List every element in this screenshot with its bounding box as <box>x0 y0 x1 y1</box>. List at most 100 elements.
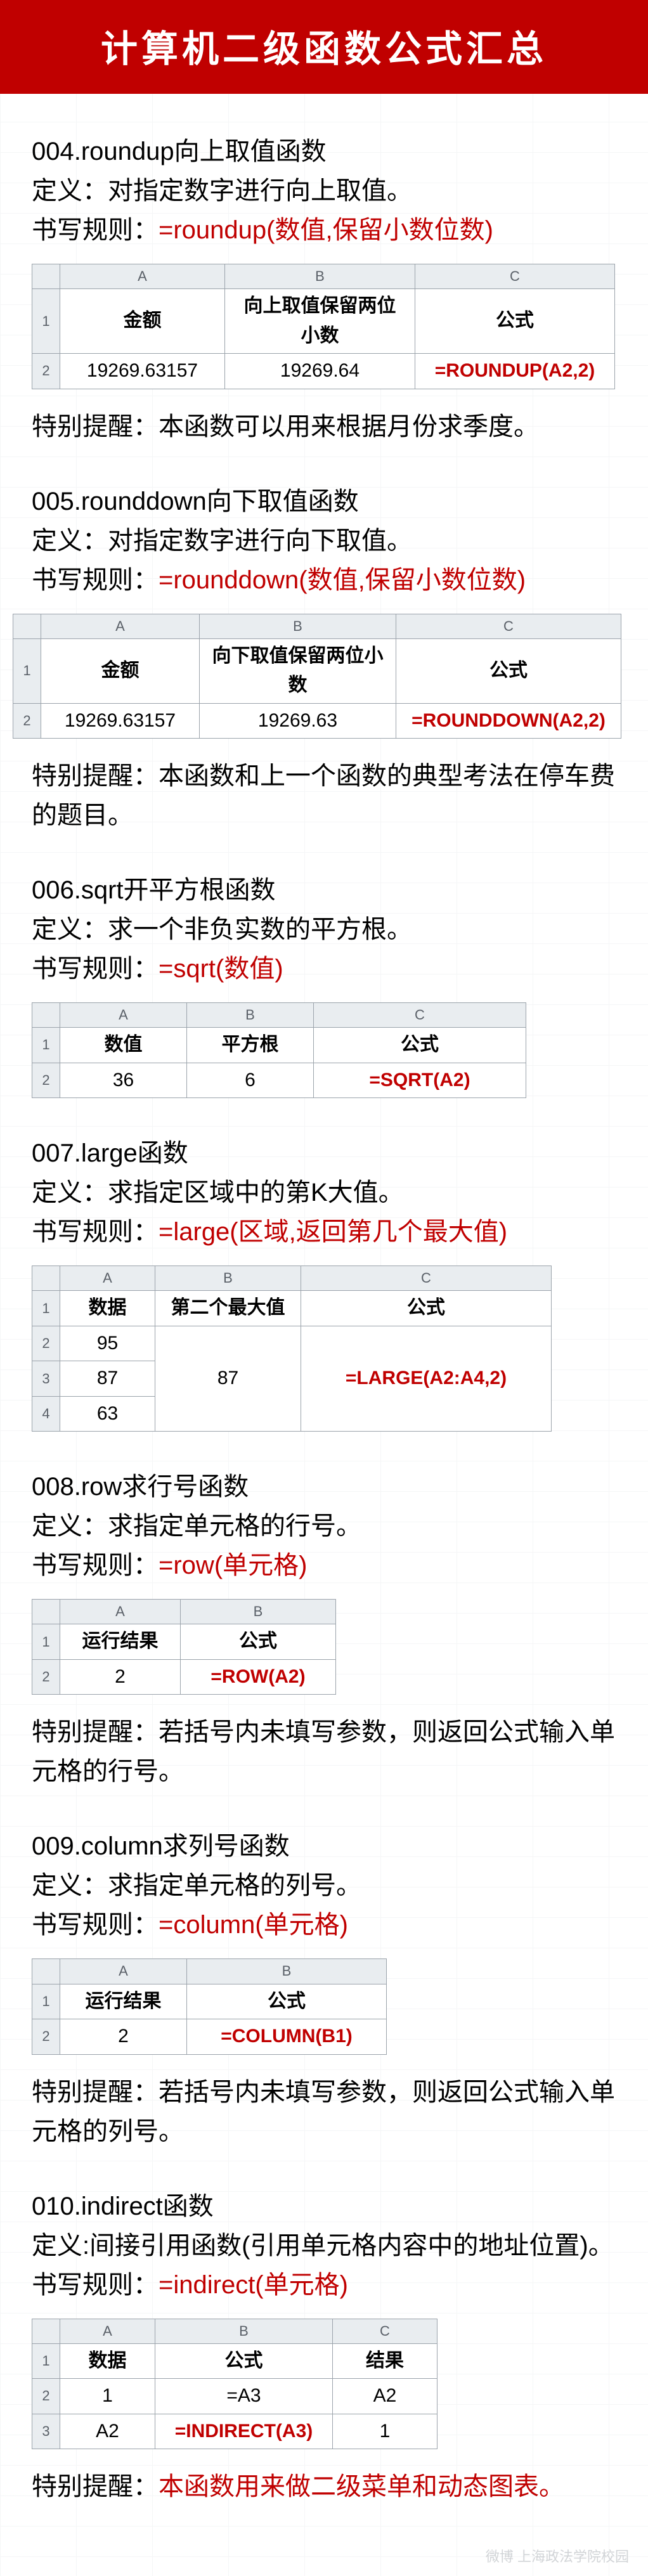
section-007-large: 007.large函数 定义：求指定区域中的第K大值。 书写规则：=large(… <box>32 1134 616 1432</box>
col-B: B <box>200 614 396 638</box>
row-num-2: 2 <box>32 2019 60 2055</box>
section-009-column: 009.column求列号函数 定义：求指定单元格的列号。 书写规则：=colu… <box>32 1827 616 2151</box>
hdr-sqrt: 平方根 <box>187 1028 314 1063</box>
col-A: A <box>60 1003 187 1028</box>
section-syntax: 书写规则：=row(单元格) <box>32 1546 616 1585</box>
example-table-row: A B 1 运行结果 公式 2 2 =ROW(A2) <box>32 1599 336 1695</box>
cell-B2: =COLUMN(B1) <box>187 2019 387 2055</box>
section-005-rounddown: 005.rounddown向下取值函数 定义：对指定数字进行向下取值。 书写规则… <box>32 482 616 836</box>
section-tip: 特别提醒：若括号内未填写参数，则返回公式输入单元格的行号。 <box>32 1712 616 1791</box>
example-table-indirect: A B C 1 数据 公式 结果 2 1 =A3 A2 3 <box>32 2319 437 2450</box>
hdr-formula: 公式 <box>396 638 621 703</box>
syntax-label: 书写规则： <box>32 1218 159 1246</box>
section-heading: 010.indirect函数 <box>32 2187 616 2226</box>
row-num-3: 3 <box>32 2414 60 2449</box>
col-C: C <box>396 614 621 638</box>
col-A: A <box>60 2319 155 2343</box>
col-A: A <box>60 264 225 289</box>
col-A: A <box>60 1959 187 1984</box>
section-tip: 特别提醒：本函数可以用来根据月份求季度。 <box>32 407 616 446</box>
section-definition: 定义：求指定区域中的第K大值。 <box>32 1173 616 1212</box>
hdr-rounddown: 向下取值保留两位小数 <box>200 638 396 703</box>
cell-B2: =A3 <box>155 2379 333 2414</box>
syntax-formula: =sqrt(数值) <box>159 955 283 983</box>
hdr-formula: 公式 <box>415 289 615 354</box>
syntax-label: 书写规则： <box>32 2271 159 2299</box>
section-heading: 007.large函数 <box>32 1134 616 1173</box>
row-num-3: 3 <box>32 1361 60 1397</box>
col-A: A <box>60 1266 155 1291</box>
col-B: B <box>181 1600 336 1624</box>
page-title: 计算机二级函数公式汇总 <box>0 0 648 94</box>
syntax-label: 书写规则： <box>32 216 159 244</box>
section-tip: 特别提醒：若括号内未填写参数，则返回公式输入单元格的列号。 <box>32 2073 616 2151</box>
section-definition: 定义：对指定数字进行向上取值。 <box>32 171 616 210</box>
row-num-1: 1 <box>32 1624 60 1660</box>
cell-B2: 19269.63 <box>200 703 396 739</box>
hdr-result: 结果 <box>333 2343 437 2379</box>
row-num-1: 1 <box>32 2343 60 2379</box>
cell-A2: 2 <box>60 2019 187 2055</box>
col-B: B <box>187 1003 314 1028</box>
cell-B2: 19269.64 <box>225 354 415 389</box>
syntax-formula: =column(单元格) <box>159 1911 348 1939</box>
section-tip: 特别提醒：本函数用来做二级菜单和动态图表。 <box>32 2467 616 2506</box>
section-syntax: 书写规则：=large(区域,返回第几个最大值) <box>32 1212 616 1252</box>
hdr-formula: 公式 <box>155 2343 333 2379</box>
hdr-data: 数据 <box>60 2343 155 2379</box>
section-definition: 定义：求一个非负实数的平方根。 <box>32 910 616 949</box>
cell-C2: =ROUNDDOWN(A2,2) <box>396 703 621 739</box>
section-008-row: 008.row求行号函数 定义：求指定单元格的行号。 书写规则：=row(单元格… <box>32 1467 616 1791</box>
section-definition: 定义:间接引用函数(引用单元格内容中的地址位置)。 <box>32 2226 616 2265</box>
cell-C-merged: =LARGE(A2:A4,2) <box>301 1326 552 1432</box>
tip-text: 本函数可以用来根据月份求季度。 <box>159 413 539 441</box>
section-definition: 定义：求指定单元格的行号。 <box>32 1506 616 1546</box>
col-C: C <box>301 1266 552 1291</box>
col-C: C <box>333 2319 437 2343</box>
hdr-formula: 公式 <box>187 1984 387 2019</box>
section-tip: 特别提醒：本函数和上一个函数的典型考法在停车费的题目。 <box>32 756 616 835</box>
row-num-1: 1 <box>32 1984 60 2019</box>
section-006-sqrt: 006.sqrt开平方根函数 定义：求一个非负实数的平方根。 书写规则：=sqr… <box>32 871 616 1098</box>
hdr-result: 运行结果 <box>60 1984 187 2019</box>
corner-cell <box>13 614 41 638</box>
row-num-1: 1 <box>32 289 60 354</box>
tip-label: 特别提醒： <box>32 2078 159 2106</box>
section-syntax: 书写规则：=column(单元格) <box>32 1905 616 1945</box>
example-table-rounddown: A B C 1 金额 向下取值保留两位小数 公式 2 19269.63157 1… <box>13 614 621 739</box>
cell-A3: 87 <box>60 1361 155 1397</box>
syntax-label: 书写规则： <box>32 1551 159 1579</box>
tip-label: 特别提醒： <box>32 2473 159 2501</box>
row-num-2: 2 <box>32 1326 60 1361</box>
col-B: B <box>155 2319 333 2343</box>
section-004-roundup: 004.roundup向上取值函数 定义：对指定数字进行向上取值。 书写规则：=… <box>32 132 616 446</box>
section-heading: 008.row求行号函数 <box>32 1467 616 1506</box>
cell-B2: =ROW(A2) <box>181 1659 336 1695</box>
row-num-2: 2 <box>32 354 60 389</box>
cell-A3: A2 <box>60 2414 155 2449</box>
cell-A4: 63 <box>60 1396 155 1432</box>
cell-C3: 1 <box>333 2414 437 2449</box>
document-body: 004.roundup向上取值函数 定义：对指定数字进行向上取值。 书写规则：=… <box>0 94 648 2576</box>
section-syntax: 书写规则：=roundup(数值,保留小数位数) <box>32 210 616 250</box>
cell-B3: =INDIRECT(A3) <box>155 2414 333 2449</box>
cell-B-merged: 87 <box>155 1326 301 1432</box>
cell-A2: 19269.63157 <box>41 703 200 739</box>
example-table-large: A B C 1 数据 第二个最大值 公式 2 95 87 =LARGE(A2:A… <box>32 1265 552 1432</box>
example-table-sqrt: A B C 1 数值 平方根 公式 2 36 6 =SQRT(A2) <box>32 1002 526 1098</box>
section-heading: 009.column求列号函数 <box>32 1827 616 1866</box>
row-num-2: 2 <box>32 2379 60 2414</box>
cell-C2: =SQRT(A2) <box>314 1063 526 1098</box>
row-num-2: 2 <box>32 1659 60 1695</box>
tip-label: 特别提醒： <box>32 1718 159 1746</box>
corner-cell <box>32 1003 60 1028</box>
section-definition: 定义：求指定单元格的列号。 <box>32 1866 616 1905</box>
col-B: B <box>155 1266 301 1291</box>
cell-A2: 19269.63157 <box>60 354 225 389</box>
row-num-4: 4 <box>32 1396 60 1432</box>
col-B: B <box>187 1959 387 1984</box>
section-heading: 006.sqrt开平方根函数 <box>32 871 616 910</box>
hdr-formula: 公式 <box>181 1624 336 1660</box>
syntax-formula: =roundup(数值,保留小数位数) <box>159 216 493 244</box>
syntax-formula: =rounddown(数值,保留小数位数) <box>159 566 526 594</box>
